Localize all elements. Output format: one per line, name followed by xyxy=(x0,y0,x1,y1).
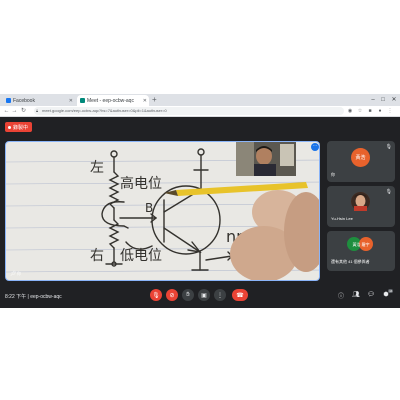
leave-call-button[interactable]: ☎︎ xyxy=(232,289,248,301)
minimize-icon[interactable]: – xyxy=(368,94,378,106)
tab-label: Meet - eep-ocbw-aqc xyxy=(87,97,134,104)
maximize-icon[interactable]: □ xyxy=(378,94,388,106)
avatar: 黃浩 xyxy=(351,148,370,167)
mic-toggle-button[interactable]: 🎙︎ xyxy=(150,289,162,301)
close-window-icon[interactable]: ✕ xyxy=(389,94,399,106)
forward-icon[interactable]: → xyxy=(11,106,18,116)
present-button[interactable]: ▣ xyxy=(198,289,210,301)
lock-icon: 🔒︎ xyxy=(36,108,39,113)
pin-icon[interactable]: 📌︎ xyxy=(10,271,16,277)
participant-name: 還有其他 41 個參與者 xyxy=(331,259,370,264)
extension-icon[interactable]: ■ xyxy=(366,106,374,116)
tab-bar: Facebook ✕ Meet - eep-ocbw-aqc ✕ + – □ ✕ xyxy=(0,94,400,106)
avatar xyxy=(351,192,370,211)
self-view-image xyxy=(236,142,296,176)
back-icon[interactable]: ← xyxy=(3,106,10,116)
close-icon[interactable]: ✕ xyxy=(143,98,147,104)
meeting-info: 8:22 下午 | eep-ocbw-aqc xyxy=(5,293,62,300)
tab-meet[interactable]: Meet - eep-ocbw-aqc ✕ xyxy=(77,95,149,106)
people-icon[interactable]: 👥︎ xyxy=(351,291,361,298)
recording-label: 錄製中 xyxy=(13,124,29,131)
mic-off-icon: 🎙︎ xyxy=(152,292,160,299)
whiteboard-label-high: 高电位 xyxy=(120,175,162,192)
address-bar: ← → ↻ meet.google.com/eep-ocbw-aqc?hs=7&… xyxy=(0,106,400,117)
profile-icon[interactable]: ● xyxy=(376,106,384,116)
other-participants-tile[interactable]: 黃浩 羅宇 還有其他 41 個參與者 xyxy=(327,231,395,271)
info-icon[interactable]: ⓘ xyxy=(336,291,346,300)
more-options-button[interactable]: ⋯ xyxy=(311,143,319,151)
raise-hand-button[interactable]: ✋︎ xyxy=(182,289,194,301)
main-participant-name: 你 xyxy=(17,271,21,276)
activities-icon[interactable]: ⬢ xyxy=(381,291,391,298)
browser-window: Facebook ✕ Meet - eep-ocbw-aqc ✕ + – □ ✕… xyxy=(0,94,400,308)
meeting-controls: 8:22 下午 | eep-ocbw-aqc 🎙︎ ⊘ ✋︎ ▣ ⋮ ☎︎ ⓘ … xyxy=(0,281,400,308)
more-icon: ⋮ xyxy=(217,292,223,299)
url-input[interactable]: meet.google.com/eep-ocbw-aqc?hs=7&authus… xyxy=(34,107,344,115)
whiteboard-label-b: B xyxy=(145,201,153,215)
reload-icon[interactable]: ↻ xyxy=(20,106,27,116)
meeting-time: 8:22 下午 xyxy=(5,294,27,300)
more-options-button[interactable]: ⋮ xyxy=(214,289,226,301)
tab-facebook[interactable]: Facebook ✕ xyxy=(3,95,75,106)
participant-name: 你 xyxy=(331,172,335,177)
recording-badge: 錄製中 xyxy=(5,122,33,132)
present-icon: ▣ xyxy=(201,292,207,299)
participant-tile[interactable]: 🎙︎ Yu-Hsin Lee xyxy=(327,186,395,227)
main-video[interactable]: 左 右 高电位 低电位 B npn E xyxy=(5,141,320,281)
participant-name: Yu-Hsin Lee xyxy=(331,216,353,221)
camera-icon[interactable]: ◉ xyxy=(346,106,354,116)
phone-hangup-icon: ☎︎ xyxy=(236,292,244,299)
mic-off-icon: 🎙︎ xyxy=(385,189,392,195)
more-icon[interactable]: ⋮ xyxy=(386,106,394,116)
whiteboard-label-right: 右 xyxy=(90,248,104,264)
close-icon[interactable]: ✕ xyxy=(69,98,73,104)
meet-app: 錄製中 左 右 高电位 低电位 B ⋯ 📌︎ 你 黃浩 🎙︎ 你 🎙︎ Yu-H… xyxy=(0,117,400,308)
facebook-icon xyxy=(6,98,11,103)
tab-label: Facebook xyxy=(13,97,35,104)
whiteboard-label-low: 低电位 xyxy=(120,248,162,264)
record-icon xyxy=(8,125,11,129)
star-icon[interactable]: ☆ xyxy=(356,106,364,116)
hand-icon: ✋︎ xyxy=(186,291,190,298)
camera-off-icon: ⊘ xyxy=(169,292,175,299)
whiteboard-label-left: 左 xyxy=(90,160,104,176)
mic-off-icon: 🎙︎ xyxy=(385,144,392,150)
meet-icon xyxy=(80,98,85,103)
participant-tile[interactable]: 黃浩 🎙︎ 你 xyxy=(327,141,395,182)
new-tab-button[interactable]: + xyxy=(152,95,157,105)
avatar-initials: 黃浩 羅宇 xyxy=(352,242,370,247)
camera-toggle-button[interactable]: ⊘ xyxy=(166,289,178,301)
avatar-initials: 黃浩 xyxy=(355,155,366,161)
avatar-photo xyxy=(351,192,370,211)
self-view[interactable] xyxy=(236,142,296,176)
chat-icon[interactable]: 💬︎ xyxy=(366,291,376,298)
meeting-code: eep-ocbw-aqc xyxy=(30,294,62,300)
